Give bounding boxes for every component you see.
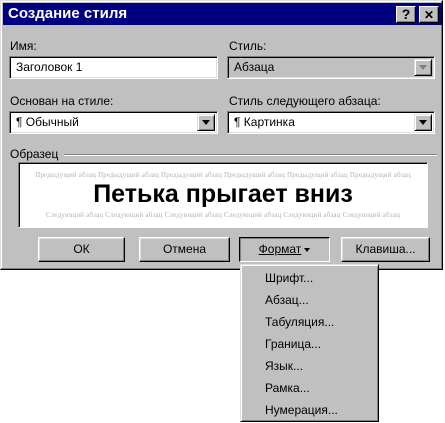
window-title: Создание стиля: [8, 5, 128, 22]
chevron-down-icon: [419, 120, 427, 125]
name-input[interactable]: Заголовок 1: [9, 56, 218, 79]
menu-item-language[interactable]: Язык...: [265, 359, 303, 373]
based-on-label: Основан на стиле:: [10, 94, 114, 108]
style-dialog: Создание стиля ? ✕ Имя: Заголовок 1 Стил…: [0, 0, 443, 270]
chevron-down-icon: [202, 120, 210, 125]
based-on-select[interactable]: ¶ Обычный: [9, 111, 218, 134]
style-type-label: Стиль:: [229, 39, 267, 53]
preview-box: Предыдущий абзац Предыдущий абзац Предыд…: [18, 162, 428, 228]
close-icon: ✕: [423, 8, 435, 22]
next-style-label: Стиль следующего абзаца:: [229, 94, 381, 108]
menu-item-paragraph[interactable]: Абзац...: [265, 293, 309, 307]
style-type-select[interactable]: Абзаца: [227, 56, 435, 79]
preview-group-label: Образец: [10, 147, 59, 161]
preview-sample-text: Петька прыгает вниз: [93, 180, 353, 208]
cancel-button[interactable]: Отмена: [139, 237, 230, 262]
menu-item-numbering[interactable]: Нумерация...: [265, 403, 338, 417]
close-button[interactable]: ✕: [419, 6, 439, 23]
next-style-select[interactable]: ¶ Картинка: [227, 111, 435, 134]
shortcut-button-label: Клавиша...: [355, 242, 416, 256]
name-input-value: Заголовок 1: [16, 60, 83, 74]
help-icon: ?: [401, 6, 411, 22]
title-bar[interactable]: Создание стиля ? ✕: [3, 3, 442, 25]
menu-item-border[interactable]: Граница...: [265, 337, 321, 351]
preview-next-paragraph: Следующий абзац Следующий абзац Следующи…: [45, 211, 401, 219]
name-label: Имя:: [10, 39, 37, 53]
preview-prev-paragraph: Предыдущий абзац Предыдущий абзац Предыд…: [35, 171, 411, 179]
based-on-dropdown-button[interactable]: [197, 114, 215, 131]
format-button-label: Формат: [258, 242, 302, 256]
preview-divider: [64, 154, 437, 156]
menu-item-tabs[interactable]: Табуляция...: [265, 315, 334, 329]
chevron-down-icon: [419, 65, 427, 70]
help-button[interactable]: ?: [396, 6, 416, 23]
based-on-value: ¶ Обычный: [16, 115, 79, 129]
style-type-value: Абзаца: [234, 60, 275, 74]
menu-item-frame[interactable]: Рамка...: [265, 381, 310, 395]
next-style-dropdown-button[interactable]: [414, 114, 432, 131]
next-style-value: ¶ Картинка: [234, 115, 295, 129]
ok-button-label: ОК: [73, 242, 90, 256]
format-button[interactable]: Формат: [239, 237, 330, 262]
style-type-dropdown-button[interactable]: [414, 59, 432, 76]
shortcut-button[interactable]: Клавиша...: [341, 237, 430, 262]
cancel-button-label: Отмена: [162, 242, 207, 256]
menu-item-font[interactable]: Шрифт...: [265, 271, 313, 285]
dropdown-arrow-icon: [304, 247, 311, 252]
format-menu: Шрифт... Абзац... Табуляция... Граница..…: [240, 264, 379, 422]
ok-button[interactable]: ОК: [38, 237, 125, 262]
